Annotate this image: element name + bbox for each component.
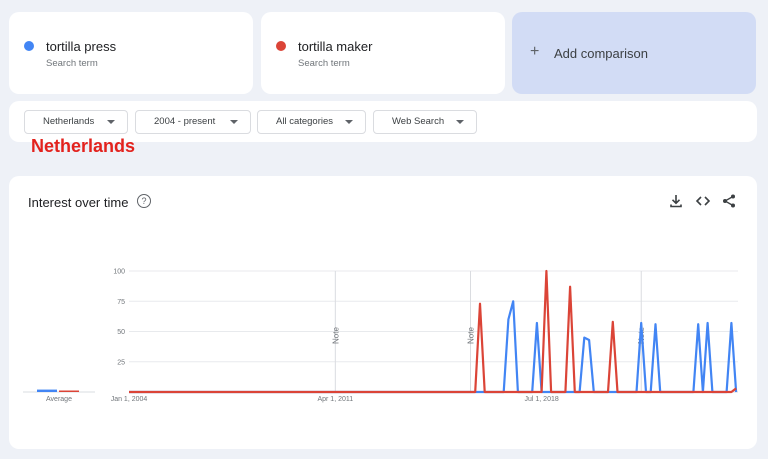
chevron-down-icon — [230, 120, 238, 124]
category-dropdown[interactable]: All categories — [257, 110, 366, 134]
note-label: Note — [331, 327, 340, 344]
y-tick-label: 25 — [117, 359, 125, 366]
embed-icon[interactable] — [695, 193, 711, 209]
search-term-subtitle: Search term — [46, 58, 98, 69]
search-term-card-tortilla-maker[interactable]: tortilla maker Search term — [261, 12, 505, 94]
download-icon[interactable] — [668, 193, 684, 209]
category-dropdown-value: All categories — [276, 116, 334, 127]
average-label: Average — [46, 396, 72, 403]
series-line-tortilla-press — [129, 300, 738, 394]
note-label: Note — [466, 327, 475, 344]
interest-over-time-chart: 25 50 75 100 Jan 1, 2004 Apr 1, 2011 Jul 1, 20… — [23, 269, 738, 403]
y-tick-label: 100 — [113, 269, 125, 276]
add-comparison-button[interactable]: + Add comparison — [512, 12, 756, 94]
y-tick-label: 75 — [117, 299, 125, 306]
interest-over-time-panel: 25 50 75 100 Jan 1, 2004 Apr 1, 2011 Jul 1, 20… — [9, 176, 757, 449]
search-type-dropdown-value: Web Search — [392, 116, 445, 127]
region-dropdown[interactable]: Netherlands — [24, 110, 128, 134]
average-bar-tortilla-maker — [59, 390, 79, 392]
help-icon[interactable]: ? — [137, 194, 151, 208]
time-range-dropdown[interactable]: 2004 - present — [135, 110, 251, 134]
chevron-down-icon — [107, 120, 115, 124]
search-term-name[interactable]: tortilla maker — [298, 39, 372, 54]
x-tick-label: Jul 1, 2018 — [525, 396, 559, 403]
region-overlay-label: Netherlands — [31, 136, 136, 156]
panel-title: Interest over time — [28, 195, 129, 210]
share-icon[interactable] — [721, 193, 737, 209]
search-term-subtitle: Search term — [298, 58, 350, 69]
average-bar-tortilla-press — [37, 389, 57, 392]
x-tick-label: Jan 1, 2004 — [111, 396, 148, 403]
y-tick-label: 50 — [117, 329, 125, 336]
search-type-dropdown[interactable]: Web Search — [373, 110, 477, 134]
x-tick-label: Apr 1, 2011 — [317, 396, 353, 403]
time-range-dropdown-value: 2004 - present — [154, 116, 216, 127]
add-comparison-label: Add comparison — [554, 46, 648, 61]
search-term-card-tortilla-press[interactable]: tortilla press Search term — [9, 12, 253, 94]
plus-icon: + — [530, 43, 540, 60]
search-term-name[interactable]: tortilla press — [46, 39, 116, 54]
region-dropdown-value: Netherlands — [43, 116, 95, 127]
chevron-down-icon — [345, 120, 353, 124]
series-color-dot — [24, 41, 34, 51]
chevron-down-icon — [456, 120, 464, 124]
series-color-dot — [276, 41, 286, 51]
